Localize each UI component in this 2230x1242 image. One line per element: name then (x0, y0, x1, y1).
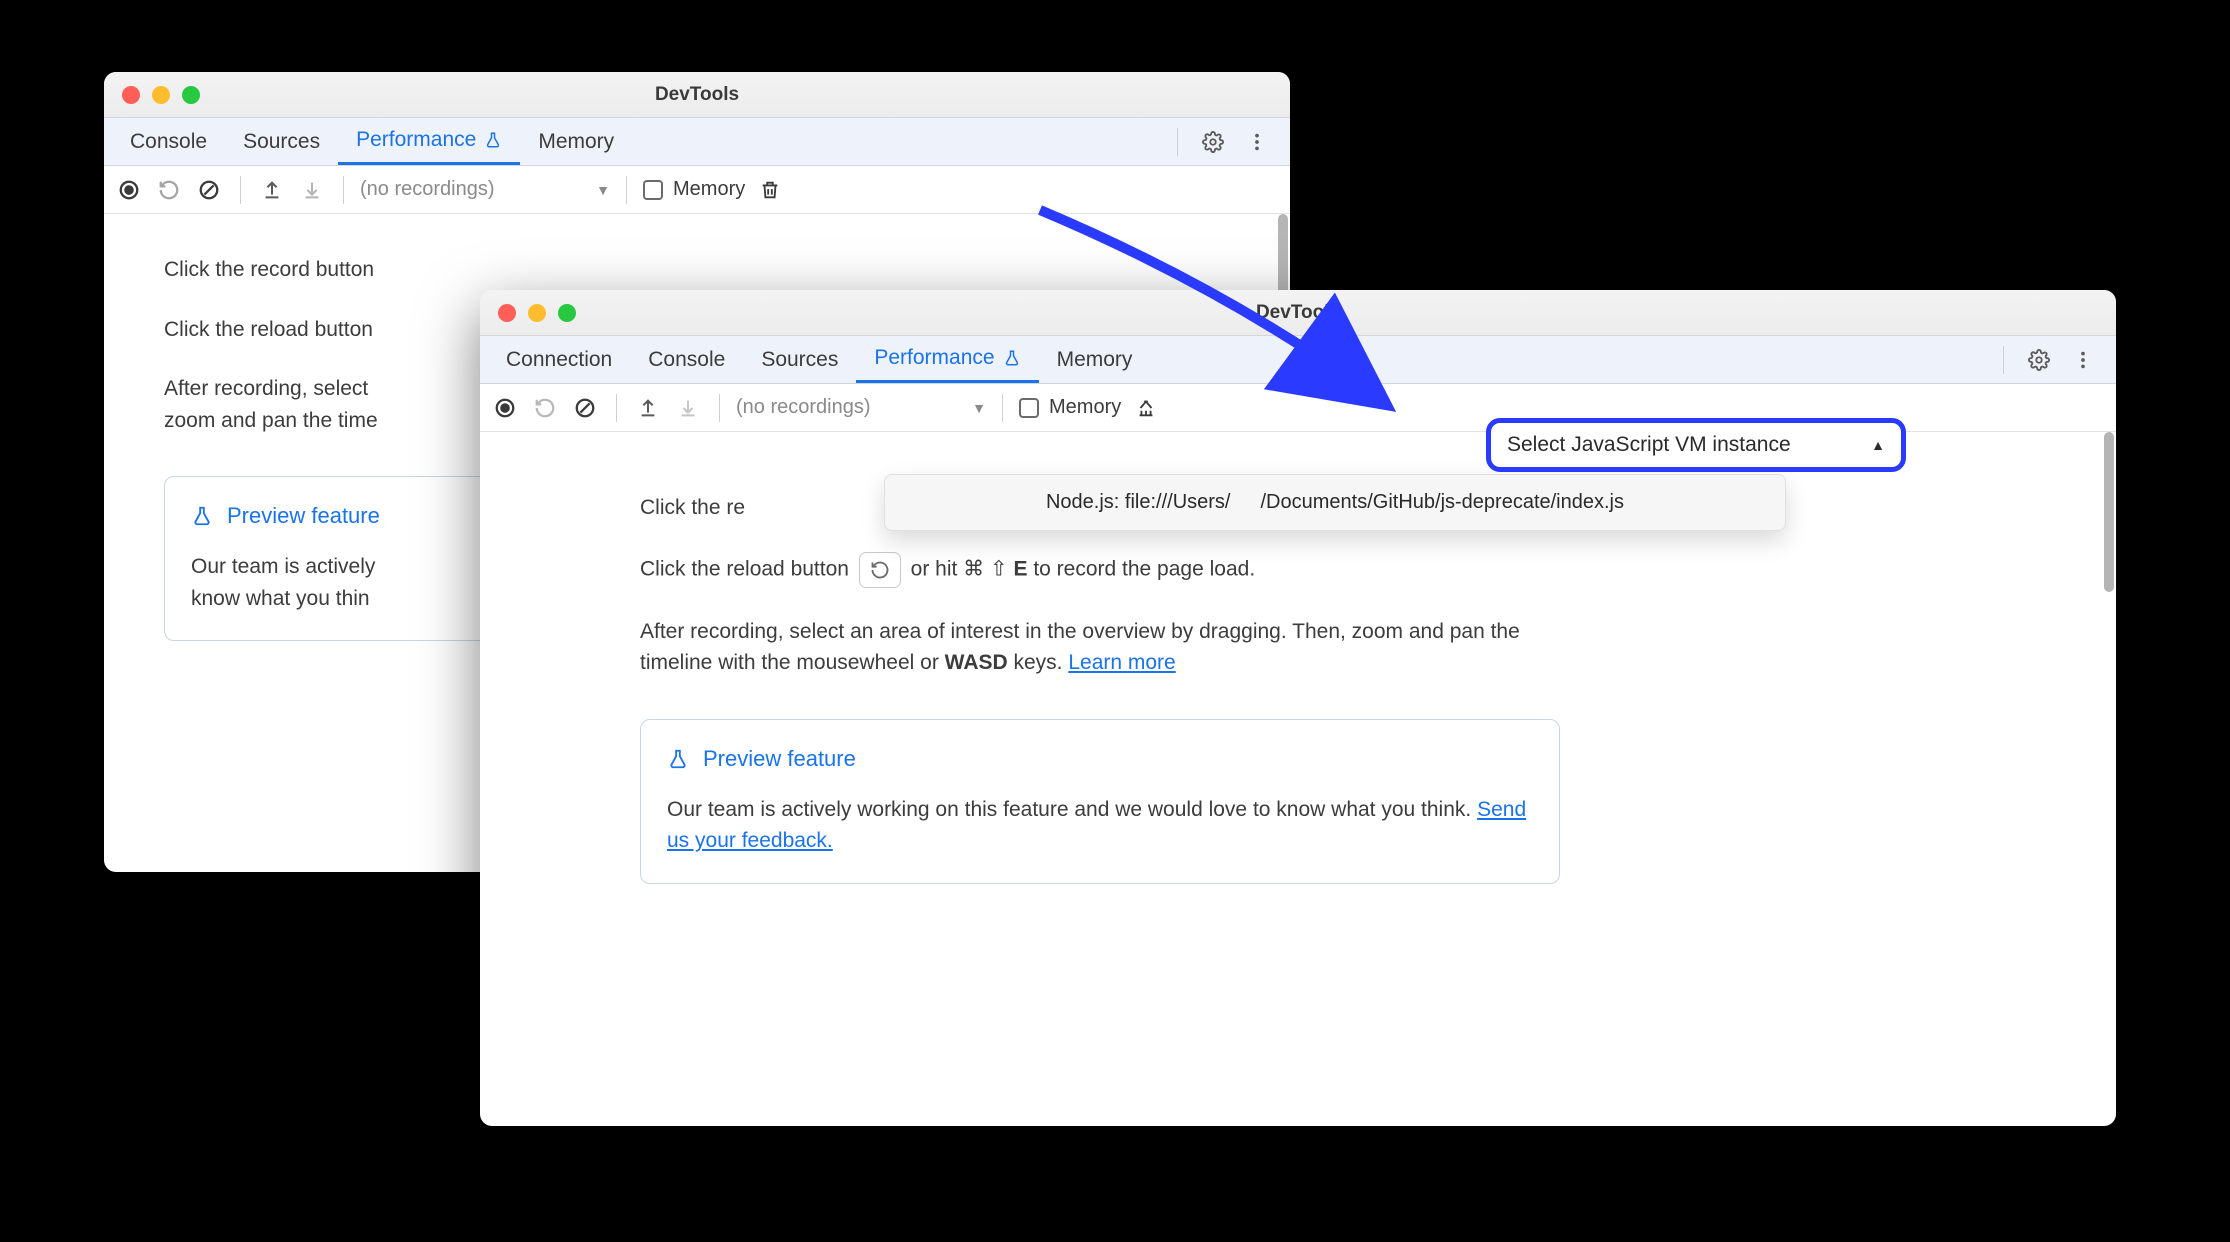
close-window-button[interactable] (122, 86, 140, 104)
hint-text: Click the record button (164, 258, 374, 281)
panel-tabs: Console Sources Performance Memory (104, 118, 1290, 166)
tab-memory[interactable]: Memory (520, 118, 632, 165)
window-title: DevTools (104, 84, 1290, 106)
key-shift: ⇧ (990, 557, 1008, 580)
preview-body-text: Our team is actively working on this fea… (667, 798, 1477, 821)
settings-icon[interactable] (1198, 127, 1228, 157)
more-icon[interactable] (1242, 127, 1272, 157)
hint-text: keys. (1008, 651, 1069, 674)
maximize-window-button[interactable] (558, 304, 576, 322)
memory-checkbox[interactable] (1019, 398, 1039, 418)
tab-label: Sources (243, 130, 320, 154)
memory-checkbox[interactable] (643, 180, 663, 200)
recording-placeholder: (no recordings) (736, 396, 871, 419)
memory-label: Memory (673, 178, 745, 201)
reload-inline-button[interactable] (859, 552, 901, 588)
wasd-text: WASD (945, 651, 1008, 674)
vm-select-label: Select JavaScript VM instance (1507, 433, 1791, 457)
panel-tabs: Connection Console Sources Performance M… (480, 336, 2116, 384)
collect-garbage-icon[interactable] (1131, 393, 1161, 423)
tab-label: Performance (874, 346, 994, 370)
stop-button[interactable] (194, 175, 224, 205)
tab-console[interactable]: Console (112, 118, 225, 165)
more-icon[interactable] (2068, 345, 2098, 375)
performance-content: Click the re Click the reload button or … (480, 432, 2116, 1126)
flask-icon (667, 748, 689, 770)
recording-placeholder: (no recordings) (360, 178, 495, 201)
titlebar: DevTools (104, 72, 1290, 118)
tab-label: Console (648, 348, 725, 372)
hint-text: After recording, select (164, 377, 368, 400)
tab-sources[interactable]: Sources (743, 336, 856, 383)
hint-text: Click the reload button (640, 557, 855, 580)
settings-icon[interactable] (2024, 345, 2054, 375)
performance-toolbar: (no recordings) ▼ Memory (104, 166, 1290, 214)
record-button[interactable] (490, 393, 520, 423)
record-button[interactable] (114, 175, 144, 205)
minimize-window-button[interactable] (528, 304, 546, 322)
minimize-window-button[interactable] (152, 86, 170, 104)
tab-performance[interactable]: Performance (856, 336, 1038, 383)
hint-text: zoom and pan the time (164, 409, 378, 432)
flask-icon (1003, 349, 1021, 367)
tab-label: Sources (761, 348, 838, 372)
preview-title-text: Preview feature (227, 503, 380, 529)
close-window-button[interactable] (498, 304, 516, 322)
memory-label: Memory (1049, 396, 1121, 419)
preview-body-text: know what you thin (191, 587, 370, 610)
tab-label: Performance (356, 128, 476, 152)
titlebar: DevTools (480, 290, 2116, 336)
tab-console[interactable]: Console (630, 336, 743, 383)
chevron-up-icon: ▲ (1871, 437, 1885, 453)
preview-title-text: Preview feature (703, 746, 856, 772)
chevron-down-icon: ▼ (972, 400, 986, 416)
vm-option-text: /Documents/GitHub/js-deprecate/index.js (1261, 491, 1625, 514)
reload-button[interactable] (530, 393, 560, 423)
tab-label: Connection (506, 348, 612, 372)
reload-button[interactable] (154, 175, 184, 205)
vm-instance-option[interactable]: Node.js: file:///Users/ /Documents/GitHu… (885, 475, 1785, 530)
upload-icon[interactable] (633, 393, 663, 423)
hint-text: or hit (911, 557, 964, 580)
hint-text: to record the page load. (1033, 557, 1255, 580)
tab-memory[interactable]: Memory (1039, 336, 1151, 383)
flask-icon (484, 131, 502, 149)
recording-select[interactable]: (no recordings) ▼ (360, 178, 610, 201)
tab-label: Memory (538, 130, 614, 154)
download-icon[interactable] (297, 175, 327, 205)
tab-connection[interactable]: Connection (488, 336, 630, 383)
window-title: DevTools (480, 302, 2116, 324)
vm-instance-select[interactable]: Select JavaScript VM instance ▲ (1486, 418, 1906, 472)
tab-label: Console (130, 130, 207, 154)
stop-button[interactable] (570, 393, 600, 423)
learn-more-link[interactable]: Learn more (1068, 651, 1175, 674)
key-cmd: ⌘ (963, 557, 984, 580)
tab-performance[interactable]: Performance (338, 118, 520, 165)
recording-select[interactable]: (no recordings) ▼ (736, 396, 986, 419)
vm-option-text: Node.js: file:///Users/ (1046, 491, 1231, 514)
key-e: E (1013, 557, 1027, 580)
upload-icon[interactable] (257, 175, 287, 205)
hint-text: Click the re (640, 496, 745, 519)
preview-body-text: Our team is actively (191, 555, 375, 578)
maximize-window-button[interactable] (182, 86, 200, 104)
tab-label: Memory (1057, 348, 1133, 372)
chevron-down-icon: ▼ (596, 182, 610, 198)
trash-icon[interactable] (755, 175, 785, 205)
flask-icon (191, 505, 213, 527)
preview-feature-card: Preview feature Our team is actively wor… (640, 719, 1560, 884)
vm-instance-dropdown: Node.js: file:///Users/ /Documents/GitHu… (884, 474, 1786, 531)
scrollbar[interactable] (2104, 432, 2114, 592)
devtools-window-2: DevTools Connection Console Sources Perf… (480, 290, 2116, 1126)
download-icon[interactable] (673, 393, 703, 423)
tab-sources[interactable]: Sources (225, 118, 338, 165)
hint-text: Click the reload button (164, 318, 373, 341)
